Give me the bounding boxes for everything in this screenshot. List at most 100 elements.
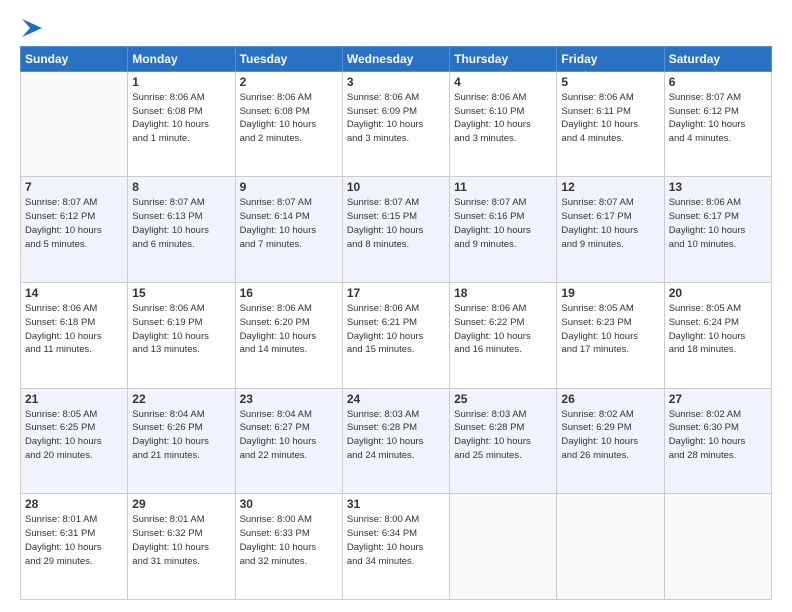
day-number: 31	[347, 497, 445, 511]
header	[20, 18, 772, 36]
day-number: 18	[454, 286, 552, 300]
day-info: Sunrise: 8:01 AMSunset: 6:32 PMDaylight:…	[132, 513, 230, 568]
day-info: Sunrise: 8:06 AMSunset: 6:11 PMDaylight:…	[561, 91, 659, 146]
day-info-line: Sunrise: 8:02 AM	[669, 409, 741, 420]
day-info-line: and 17 minutes.	[561, 344, 629, 355]
calendar-cell: 2Sunrise: 8:06 AMSunset: 6:08 PMDaylight…	[235, 71, 342, 177]
day-info-line: Daylight: 10 hours	[25, 331, 102, 342]
day-info: Sunrise: 8:06 AMSunset: 6:22 PMDaylight:…	[454, 302, 552, 357]
day-info-line: and 6 minutes.	[132, 239, 194, 250]
calendar-cell: 13Sunrise: 8:06 AMSunset: 6:17 PMDayligh…	[664, 177, 771, 283]
day-info-line: Daylight: 10 hours	[132, 542, 209, 553]
day-info-line: Daylight: 10 hours	[240, 225, 317, 236]
day-info-line: Sunrise: 8:05 AM	[669, 303, 741, 314]
day-info-line: Sunset: 6:10 PM	[454, 106, 524, 117]
day-info-line: and 24 minutes.	[347, 450, 415, 461]
day-info-line: and 10 minutes.	[669, 239, 737, 250]
day-info-line: Daylight: 10 hours	[240, 331, 317, 342]
day-info-line: Sunrise: 8:07 AM	[240, 197, 312, 208]
day-info: Sunrise: 8:03 AMSunset: 6:28 PMDaylight:…	[454, 408, 552, 463]
calendar-cell: 16 Sunrise: 8:06 AM Sunset: 6:20 PM Dayligh…	[235, 283, 342, 389]
day-number: 20	[669, 286, 767, 300]
day-info-line: and 7 minutes.	[240, 239, 302, 250]
day-info-line: Daylight: 10 hours	[240, 436, 317, 447]
day-info-line: Sunrise: 8:07 AM	[454, 197, 526, 208]
day-info-line: Daylight: 10 hours	[669, 225, 746, 236]
day-info: Sunrise: 8:06 AMSunset: 6:17 PMDaylight:…	[669, 196, 767, 251]
day-info: Sunrise: 8:04 AMSunset: 6:26 PMDaylight:…	[132, 408, 230, 463]
day-number: 25	[454, 392, 552, 406]
day-info-line: Daylight: 10 hours	[454, 436, 531, 447]
calendar-cell: 15Sunrise: 8:06 AMSunset: 6:19 PMDayligh…	[128, 283, 235, 389]
calendar-cell	[21, 71, 128, 177]
day-info-line: and 20 minutes.	[25, 450, 93, 461]
day-info-line: Sunrise: 8:07 AM	[561, 197, 633, 208]
day-info: Sunrise: 8:02 AMSunset: 6:30 PMDaylight:…	[669, 408, 767, 463]
weekday-header-wednesday: Wednesday	[342, 46, 449, 71]
day-info-line: Sunrise: 8:04 AM	[240, 409, 312, 420]
day-info-line: Sunset: 6:31 PM	[25, 528, 95, 539]
day-info: Sunrise: 8:06 AMSunset: 6:21 PMDaylight:…	[347, 302, 445, 357]
calendar-cell: 17Sunrise: 8:06 AMSunset: 6:21 PMDayligh…	[342, 283, 449, 389]
day-info-line: Daylight: 10 hours	[347, 225, 424, 236]
day-info: Sunrise: 8:05 AMSunset: 6:25 PMDaylight:…	[25, 408, 123, 463]
day-info-line: and 18 minutes.	[669, 344, 737, 355]
calendar-table: SundayMondayTuesdayWednesdayThursdayFrid…	[20, 46, 772, 600]
calendar-cell: 18 Sunrise: 8:06 AMSunset: 6:22 PMDayligh…	[450, 283, 557, 389]
day-number: 8	[132, 180, 230, 194]
day-info-line: Daylight: 10 hours	[454, 331, 531, 342]
day-info: Sunrise: 8:06 AMSunset: 6:09 PMDaylight:…	[347, 91, 445, 146]
calendar-cell: 11Sunrise: 8:07 AMSunset: 6:16 PMDayligh…	[450, 177, 557, 283]
day-info-line: Sunrise: 8:05 AM	[561, 303, 633, 314]
day-info-line: Sunrise: 8:07 AM	[669, 92, 741, 103]
day-info-line: Sunrise: 8:06 AM	[454, 303, 526, 314]
day-info-line: Sunset: 6:11 PM	[561, 106, 631, 117]
day-info-line: Sunrise: 8:06 AM	[454, 92, 526, 103]
logo-text	[20, 18, 42, 38]
day-info-line: and 3 minutes.	[347, 133, 409, 144]
weekday-header-friday: Friday	[557, 46, 664, 71]
day-info-line: Daylight: 10 hours	[347, 542, 424, 553]
calendar-cell: 8Sunrise: 8:07 AMSunset: 6:13 PMDaylight…	[128, 177, 235, 283]
day-info-line: and 25 minutes.	[454, 450, 522, 461]
day-info-line: Daylight: 10 hours	[240, 119, 317, 130]
day-info-line: Sunset: 6:32 PM	[132, 528, 202, 539]
day-info-line: Sunset: 6:09 PM	[347, 106, 417, 117]
day-info-line: Sunset: 6:28 PM	[454, 422, 524, 433]
day-info-line: and 21 minutes.	[132, 450, 200, 461]
day-number: 23	[240, 392, 338, 406]
day-info-line: Daylight: 10 hours	[25, 542, 102, 553]
calendar-cell: 25 Sunrise: 8:03 AMSunset: 6:28 PMDayligh…	[450, 388, 557, 494]
day-info: Sunrise: 8:07 AMSunset: 6:12 PMDaylight:…	[669, 91, 767, 146]
calendar-cell: 26Sunrise: 8:02 AMSunset: 6:29 PMDayligh…	[557, 388, 664, 494]
day-info-line: Sunset: 6:13 PM	[132, 211, 202, 222]
calendar-cell: 12Sunrise: 8:07 AMSunset: 6:17 PMDayligh…	[557, 177, 664, 283]
calendar-cell: 6Sunrise: 8:07 AMSunset: 6:12 PMDaylight…	[664, 71, 771, 177]
day-info-line: Daylight: 10 hours	[240, 542, 317, 553]
day-info-line: Sunset: 6:19 PM	[132, 317, 202, 328]
day-info-line: Sunrise: 8:00 AM	[347, 514, 419, 525]
day-info-line: Sunrise: 8:02 AM	[561, 409, 633, 420]
day-info-line: Sunset: 6:20 PM	[240, 317, 310, 328]
day-info: Sunrise: 8:07 AMSunset: 6:12 PMDaylight:…	[25, 196, 123, 251]
day-info-line: and 14 minutes.	[240, 344, 308, 355]
day-info: Sunrise: 8:05 AMSunset: 6:23 PMDaylight:…	[561, 302, 659, 357]
day-info-line: Sunrise: 8:06 AM	[240, 303, 312, 314]
day-info-line: Sunrise: 8:06 AM	[347, 92, 419, 103]
day-info-line: Sunset: 6:25 PM	[25, 422, 95, 433]
calendar-cell: 29Sunrise: 8:01 AMSunset: 6:32 PMDayligh…	[128, 494, 235, 600]
day-info-line: and 8 minutes.	[347, 239, 409, 250]
day-info-line: and 9 minutes.	[454, 239, 516, 250]
day-number: 27	[669, 392, 767, 406]
day-info: Sunrise: 8:04 AMSunset: 6:27 PMDaylight:…	[240, 408, 338, 463]
calendar-week-row: 1Sunrise: 8:06 AMSunset: 6:08 PMDaylight…	[21, 71, 772, 177]
day-number: 15	[132, 286, 230, 300]
day-info-line: Sunrise: 8:03 AM	[347, 409, 419, 420]
day-info-line: and 34 minutes.	[347, 556, 415, 567]
day-info-line: Sunrise: 8:05 AM	[25, 409, 97, 420]
day-info-line: Daylight: 10 hours	[561, 436, 638, 447]
day-info-line: Daylight: 10 hours	[132, 119, 209, 130]
day-number: 26	[561, 392, 659, 406]
day-number: 16	[240, 286, 338, 300]
day-info-line: Daylight: 10 hours	[132, 331, 209, 342]
